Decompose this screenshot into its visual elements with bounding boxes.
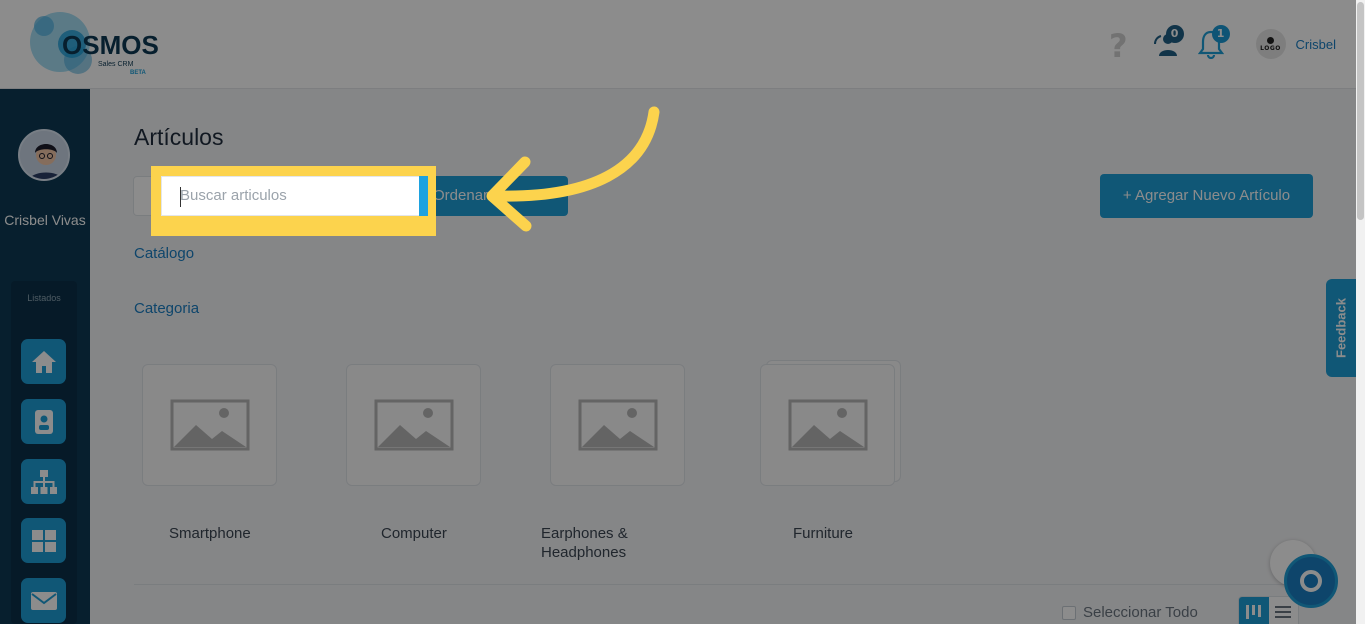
search-input-box[interactable] xyxy=(161,176,426,216)
pointer-arrow-icon xyxy=(486,106,660,232)
page-scrollbar[interactable] xyxy=(1356,0,1365,624)
search-button-edge[interactable] xyxy=(419,176,428,216)
search-input[interactable] xyxy=(180,187,410,204)
text-cursor xyxy=(180,187,181,207)
tutorial-overlay xyxy=(0,0,1356,624)
scrollbar-thumb[interactable] xyxy=(1357,2,1364,220)
